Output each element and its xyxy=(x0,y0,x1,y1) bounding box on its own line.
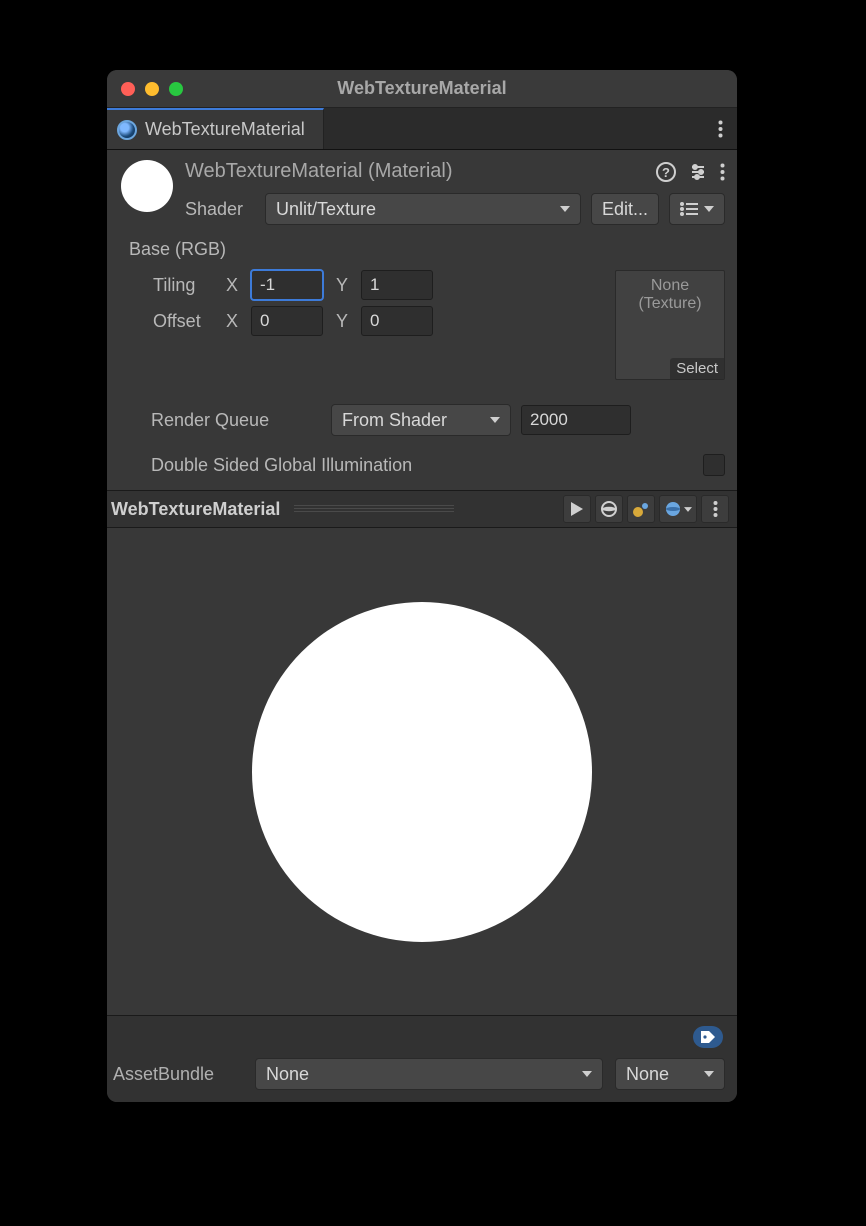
assetbundle-variant-dropdown[interactable]: None xyxy=(615,1058,725,1090)
component-menu-icon[interactable] xyxy=(720,163,725,181)
tiling-y-input[interactable] xyxy=(361,270,433,300)
texture-slot[interactable]: None (Texture) Select xyxy=(615,270,725,380)
shader-dropdown[interactable]: Unlit/Texture xyxy=(265,193,581,225)
shader-value: Unlit/Texture xyxy=(276,199,376,220)
render-queue-mode: From Shader xyxy=(342,410,447,431)
offset-y-input[interactable] xyxy=(361,306,433,336)
edit-shader-button[interactable]: Edit... xyxy=(591,193,659,225)
material-thumbnail[interactable] xyxy=(121,160,173,212)
material-title: WebTextureMaterial (Material) xyxy=(185,160,453,183)
chevron-down-icon xyxy=(704,206,714,212)
assetbundle-label: AssetBundle xyxy=(113,1064,243,1085)
base-rgb-label: Base (RGB) xyxy=(129,239,725,260)
header-main: WebTextureMaterial (Material) ? Shader xyxy=(185,160,725,225)
preview-pane[interactable] xyxy=(107,528,737,1015)
dsgi-checkbox[interactable] xyxy=(703,454,725,476)
preview-sphere xyxy=(252,602,592,942)
material-properties: Base (RGB) Tiling X Y Offset X Y xyxy=(107,225,737,386)
chevron-down-icon xyxy=(582,1071,592,1077)
close-window-button[interactable] xyxy=(121,82,135,96)
preview-menu-button[interactable] xyxy=(701,495,729,523)
preview-name: WebTextureMaterial xyxy=(111,499,280,520)
tiling-label: Tiling xyxy=(129,275,213,296)
window-titlebar[interactable]: WebTextureMaterial xyxy=(107,70,737,108)
chevron-down-icon xyxy=(704,1071,714,1077)
preview-header[interactable]: WebTextureMaterial xyxy=(107,490,737,528)
offset-x-input[interactable] xyxy=(251,306,323,336)
dsgi-label: Double Sided Global Illumination xyxy=(151,455,693,476)
window-traffic-lights xyxy=(121,82,183,96)
render-queue-row: Render Queue From Shader xyxy=(107,386,737,442)
y-label: Y xyxy=(333,275,351,296)
assetbundle-variant-value: None xyxy=(626,1064,669,1085)
x-label: X xyxy=(223,275,241,296)
chevron-down-icon xyxy=(490,417,500,423)
edit-label: Edit... xyxy=(602,199,648,220)
texture-none-label: None xyxy=(651,277,689,295)
dsgi-row: Double Sided Global Illumination xyxy=(107,442,737,490)
tab-webtexturematerial[interactable]: WebTextureMaterial xyxy=(107,108,324,149)
shader-list-menu-button[interactable] xyxy=(669,193,725,225)
render-queue-label: Render Queue xyxy=(151,410,321,431)
render-queue-input[interactable] xyxy=(521,405,631,435)
render-queue-dropdown[interactable]: From Shader xyxy=(331,404,511,436)
y-label: Y xyxy=(333,311,351,332)
tab-bar: WebTextureMaterial xyxy=(107,108,737,150)
preview-env-button[interactable] xyxy=(659,495,697,523)
assetbundle-dropdown[interactable]: None xyxy=(255,1058,603,1090)
x-label: X xyxy=(223,311,241,332)
shader-label: Shader xyxy=(185,199,255,220)
texture-type-label: (Texture) xyxy=(638,295,701,313)
zoom-window-button[interactable] xyxy=(169,82,183,96)
texture-select-button[interactable]: Select xyxy=(670,358,724,379)
minimize-window-button[interactable] xyxy=(145,82,159,96)
preview-drag-handle[interactable] xyxy=(294,505,454,513)
help-icon[interactable]: ? xyxy=(656,162,676,182)
tab-menu-button[interactable] xyxy=(704,108,737,149)
preview-shape-button[interactable] xyxy=(595,495,623,523)
assetbundle-value: None xyxy=(266,1064,309,1085)
svg-text:?: ? xyxy=(662,165,670,180)
tab-label: WebTextureMaterial xyxy=(145,119,305,140)
material-header: WebTextureMaterial (Material) ? Shader xyxy=(107,150,737,225)
inspector-window: WebTextureMaterial WebTextureMaterial We… xyxy=(107,70,737,1102)
chevron-down-icon xyxy=(560,206,570,212)
offset-label: Offset xyxy=(129,311,213,332)
preview-light-button[interactable] xyxy=(627,495,655,523)
window-title: WebTextureMaterial xyxy=(107,78,737,99)
tiling-x-input[interactable] xyxy=(251,270,323,300)
preview-play-button[interactable] xyxy=(563,495,591,523)
chevron-down-icon xyxy=(684,507,692,512)
presets-icon[interactable] xyxy=(688,162,708,182)
material-icon xyxy=(117,120,137,140)
asset-label-button[interactable] xyxy=(693,1026,723,1048)
asset-footer: AssetBundle None None xyxy=(107,1015,737,1102)
